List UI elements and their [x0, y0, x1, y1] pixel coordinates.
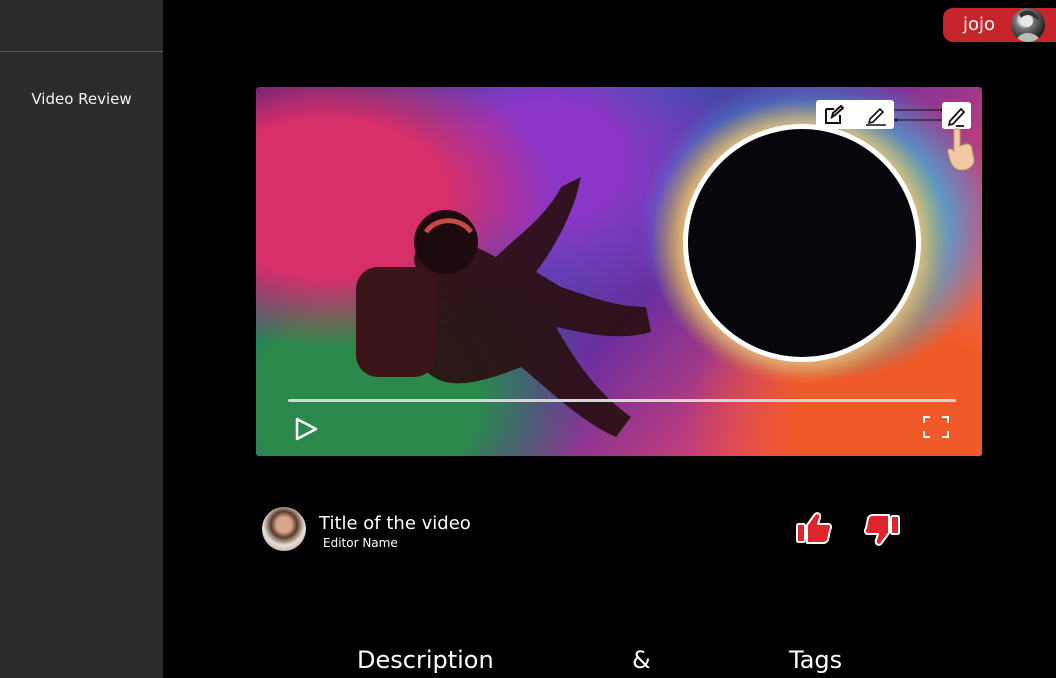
- video-frame-black-hole: [688, 129, 916, 357]
- edit-button[interactable]: [822, 103, 846, 127]
- edit-icon: [825, 104, 845, 124]
- signature-button[interactable]: [864, 103, 888, 127]
- sidebar-divider: [0, 51, 163, 52]
- tags-heading[interactable]: Tags: [789, 646, 842, 674]
- app-root: Video Review jojo Title of the video Edi…: [0, 0, 1056, 678]
- user-avatar[interactable]: [1011, 8, 1045, 42]
- fullscreen-button[interactable]: [922, 415, 950, 439]
- sidebar: Video Review: [0, 0, 163, 678]
- description-heading[interactable]: Description: [357, 646, 494, 674]
- user-menu[interactable]: jojo: [943, 8, 1056, 42]
- like-button[interactable]: [795, 510, 833, 546]
- video-player[interactable]: [256, 87, 982, 456]
- progress-bar[interactable]: [288, 399, 956, 402]
- pen-button[interactable]: [942, 102, 971, 129]
- dislike-button[interactable]: [863, 512, 901, 548]
- thumbs-up-icon: [796, 512, 833, 544]
- editor-name[interactable]: Editor Name: [323, 536, 398, 550]
- annotation-toolbar: [816, 100, 894, 129]
- fullscreen-icon: [923, 416, 949, 438]
- thumbs-down-icon: [863, 514, 900, 546]
- pen-icon: [947, 107, 966, 127]
- sidebar-item-video-review[interactable]: Video Review: [0, 90, 163, 108]
- signature-icon: [866, 107, 886, 126]
- ampersand-heading: &: [632, 646, 651, 674]
- toolbar-connector: [894, 108, 944, 122]
- pointer-hand-icon: [947, 128, 975, 171]
- play-button[interactable]: [292, 415, 320, 443]
- editor-avatar[interactable]: [262, 507, 306, 551]
- video-title: Title of the video: [319, 513, 471, 534]
- video-frame-astronaut: [346, 147, 666, 447]
- user-name: jojo: [963, 14, 996, 35]
- play-icon: [295, 417, 318, 441]
